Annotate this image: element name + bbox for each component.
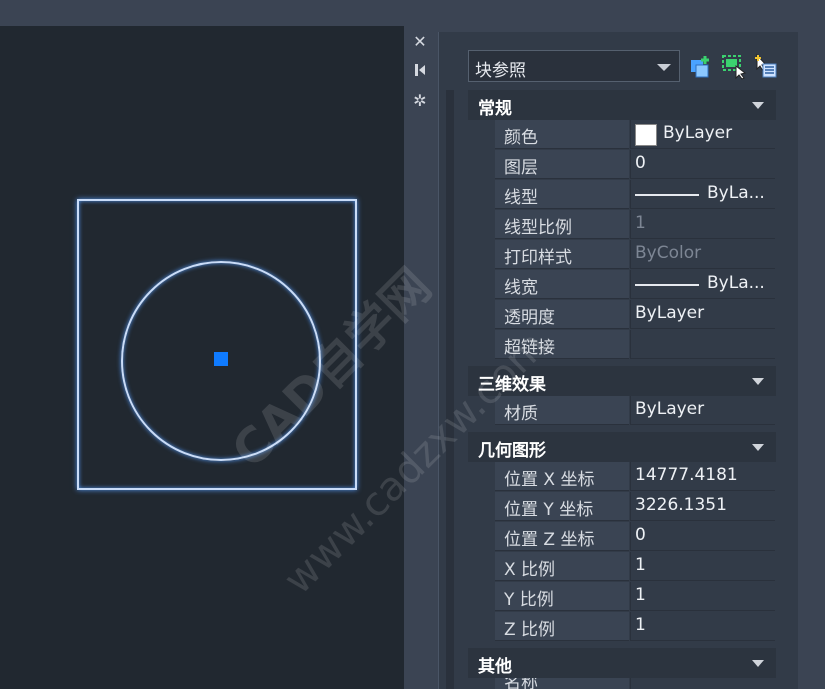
property-value[interactable]: 1	[630, 582, 775, 611]
section-general[interactable]: 常规	[468, 90, 776, 120]
property-label: 位置 Y 坐标	[495, 492, 629, 521]
property-label: Z 比例	[495, 612, 629, 641]
property-row-material: 材质 ByLayer	[468, 396, 776, 426]
chevron-down-icon	[752, 660, 764, 667]
toggle-pickadd-icon[interactable]	[752, 52, 778, 80]
palette-title-strip	[405, 26, 438, 689]
property-row-lineweight: 线宽 ByLa...	[468, 270, 776, 300]
property-label: 颜色	[495, 120, 629, 149]
property-label: 超链接	[495, 330, 629, 359]
property-value[interactable]: ByLa...	[630, 180, 775, 209]
property-label: X 比例	[495, 552, 629, 581]
property-value[interactable]: ByLayer	[630, 300, 775, 329]
section-geometry[interactable]: 几何图形	[468, 432, 776, 462]
property-value[interactable]: ByLa...	[630, 270, 775, 299]
color-swatch	[635, 124, 657, 146]
property-row-position-x: 位置 X 坐标 14777.4181	[468, 462, 776, 492]
pin-icon[interactable]	[410, 62, 430, 82]
property-row-plot-style: 打印样式 ByColor	[468, 240, 776, 270]
chevron-down-icon	[657, 64, 671, 71]
property-value[interactable]: 0	[630, 522, 775, 551]
property-value: ByColor	[630, 240, 775, 269]
property-value[interactable]	[630, 678, 775, 689]
property-row-linetype-scale: 线型比例 1	[468, 210, 776, 240]
block-insertion-grip[interactable]	[214, 352, 228, 366]
property-label: 线型	[495, 180, 629, 209]
property-label: Y 比例	[495, 582, 629, 611]
property-row-position-y: 位置 Y 坐标 3226.1351	[468, 492, 776, 522]
property-value[interactable]: 3226.1351	[630, 492, 775, 521]
top-toolbar	[0, 0, 825, 26]
property-label: 材质	[495, 396, 629, 425]
property-label: 位置 X 坐标	[495, 462, 629, 491]
property-label: 名称	[495, 678, 629, 689]
section-title: 常规	[478, 99, 512, 119]
chevron-down-icon	[752, 378, 764, 385]
property-row-scale-z: Z 比例 1	[468, 612, 776, 642]
object-type-value: 块参照	[475, 61, 526, 81]
linetype-sample	[635, 194, 699, 196]
property-row-layer: 图层 0	[468, 150, 776, 180]
lineweight-sample	[635, 284, 699, 286]
scrollbar[interactable]	[446, 90, 454, 689]
property-value[interactable]: 1	[630, 552, 775, 581]
property-label: 图层	[495, 150, 629, 179]
property-value[interactable]: 1	[630, 612, 775, 641]
chevron-down-icon	[752, 444, 764, 451]
property-row-linetype: 线型 ByLa...	[468, 180, 776, 210]
property-row-scale-y: Y 比例 1	[468, 582, 776, 612]
property-label: 线型比例	[495, 210, 629, 239]
property-row-position-z: 位置 Z 坐标 0	[468, 522, 776, 552]
settings-icon[interactable]: ✲	[410, 91, 430, 111]
property-value[interactable]: 14777.4181	[630, 462, 775, 491]
close-icon[interactable]: ✕	[410, 32, 430, 52]
object-type-dropdown[interactable]: 块参照	[468, 50, 680, 82]
property-label: 透明度	[495, 300, 629, 329]
section-title: 几何图形	[478, 441, 546, 461]
property-value[interactable]: ByLayer	[630, 396, 775, 425]
section-misc[interactable]: 其他	[468, 648, 776, 678]
property-value: 1	[630, 210, 775, 239]
property-row-name: 名称	[468, 678, 776, 689]
quick-select-icon[interactable]	[688, 52, 714, 80]
select-objects-icon[interactable]	[721, 52, 747, 80]
property-label: 位置 Z 坐标	[495, 522, 629, 551]
property-label: 线宽	[495, 270, 629, 299]
section-title: 三维效果	[478, 375, 546, 395]
property-value[interactable]: 0	[630, 150, 775, 179]
property-label: 打印样式	[495, 240, 629, 269]
section-3d-visualization[interactable]: 三维效果	[468, 366, 776, 396]
section-title: 其他	[478, 657, 512, 677]
property-value[interactable]	[630, 330, 775, 359]
property-value[interactable]: ByLayer	[630, 120, 775, 149]
property-row-color: 颜色 ByLayer	[468, 120, 776, 150]
chevron-down-icon	[752, 102, 764, 109]
property-row-transparency: 透明度 ByLayer	[468, 300, 776, 330]
property-row-scale-x: X 比例 1	[468, 552, 776, 582]
property-row-hyperlink: 超链接	[468, 330, 776, 360]
